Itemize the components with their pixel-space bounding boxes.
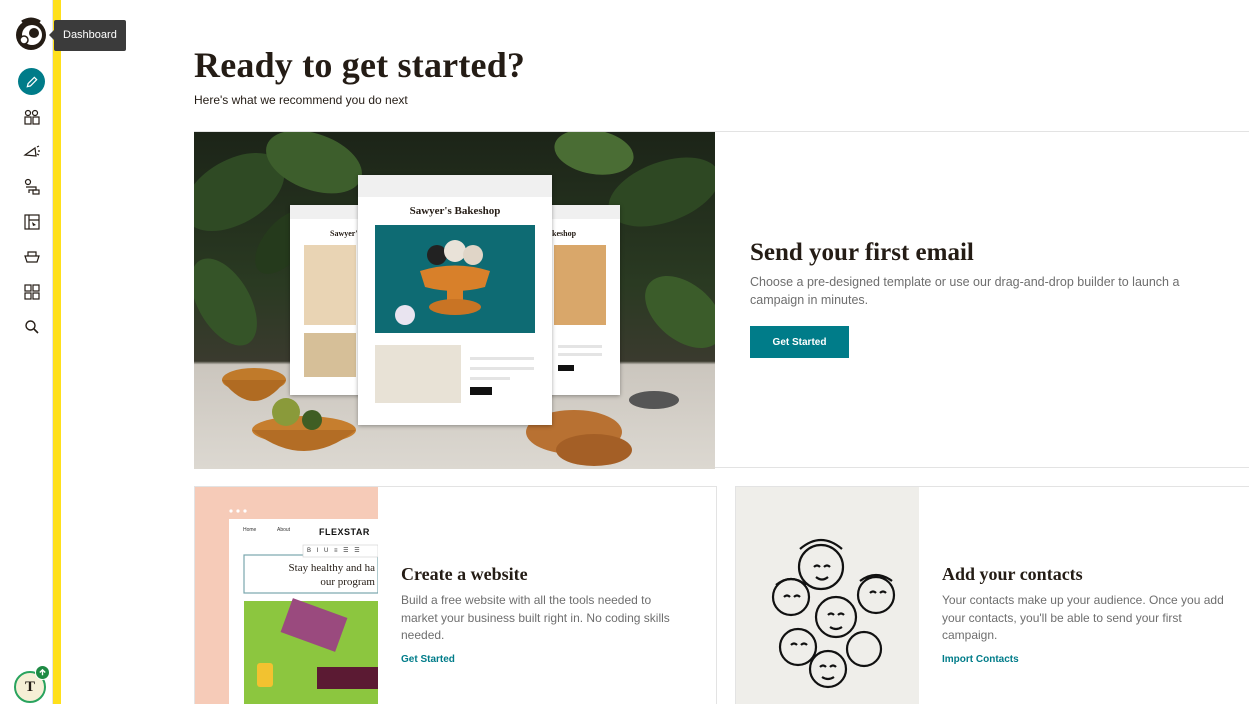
upgrade-arrow-icon: [35, 665, 50, 680]
import-contacts-link[interactable]: Import Contacts: [942, 654, 1019, 665]
pencil-icon: [25, 75, 38, 88]
sidebar-rail: [53, 0, 61, 704]
mock-left-brand: Sawyer': [330, 229, 358, 238]
sidebar-item-content[interactable]: [17, 279, 47, 305]
mock-headline: Stay healthy and ha our program: [288, 562, 375, 588]
website-icon: [24, 214, 40, 230]
email-mock-right: akeshop: [540, 205, 620, 395]
contacts-faces-illustration: [736, 487, 919, 704]
sidebar-item-website[interactable]: [17, 209, 47, 235]
page-title: Ready to get started?: [194, 45, 526, 85]
mock-nav-home: Home: [243, 527, 257, 533]
create-website-get-started-link[interactable]: Get Started: [401, 654, 455, 665]
mock-brand-flexstar: FLEXSTAR: [319, 527, 370, 537]
page-subtitle: Here's what we recommend you do next: [194, 93, 408, 107]
integrations-icon: [24, 251, 40, 263]
add-contacts-title: Add your contacts: [942, 564, 1083, 584]
automation-icon: [24, 178, 40, 195]
text-toolbar: B I U ≡ ☰ ☰: [307, 548, 362, 554]
create-website-card: Home About FLEXSTAR B I U ≡ ☰ ☰ Stay hea…: [194, 486, 717, 704]
sidebar-item-create[interactable]: [18, 68, 45, 95]
mailchimp-logo-icon[interactable]: [14, 16, 48, 52]
mock-nav-about: About: [277, 527, 291, 533]
audience-icon: [24, 109, 40, 125]
mock-center-brand: Sawyer's Bakeshop: [409, 205, 501, 217]
create-website-description: Build a free website with all the tools …: [401, 593, 670, 642]
grid-icon: [24, 284, 40, 300]
email-mock-center: Sawyer's Bakeshop: [358, 175, 552, 425]
send-email-title: Send your first email: [750, 239, 974, 266]
sidebar-item-automations[interactable]: [17, 174, 47, 200]
website-builder-illustration: Home About FLEXSTAR B I U ≡ ☰ ☰ Stay hea…: [195, 487, 378, 704]
send-email-card: Sawyer' akeshop Sawyer's Bakeshop Send y…: [194, 131, 1249, 469]
bakeshop-email-illustration: Sawyer' akeshop Sawyer's Bakeshop: [194, 132, 715, 469]
sidebar-item-audience[interactable]: [17, 104, 47, 130]
sidebar-item-search[interactable]: [17, 314, 47, 340]
search-icon: [25, 320, 39, 334]
get-started-button[interactable]: Get Started: [750, 326, 849, 358]
add-contacts-description: Your contacts make up your audience. Onc…: [942, 593, 1224, 642]
mock-right-brand: akeshop: [548, 229, 577, 238]
sidebar-item-integrations[interactable]: [17, 244, 47, 270]
megaphone-icon: [23, 145, 40, 157]
add-contacts-card: Add your contacts Your contacts make up …: [735, 486, 1249, 704]
sidebar-item-campaigns[interactable]: [17, 139, 47, 165]
avatar-initial: T: [24, 678, 35, 695]
send-email-description: Choose a pre-designed template or use ou…: [750, 275, 1180, 307]
sidebar: T: [0, 0, 53, 704]
sidebar-tooltip: Dashboard: [49, 20, 126, 51]
create-website-title: Create a website: [401, 564, 528, 584]
